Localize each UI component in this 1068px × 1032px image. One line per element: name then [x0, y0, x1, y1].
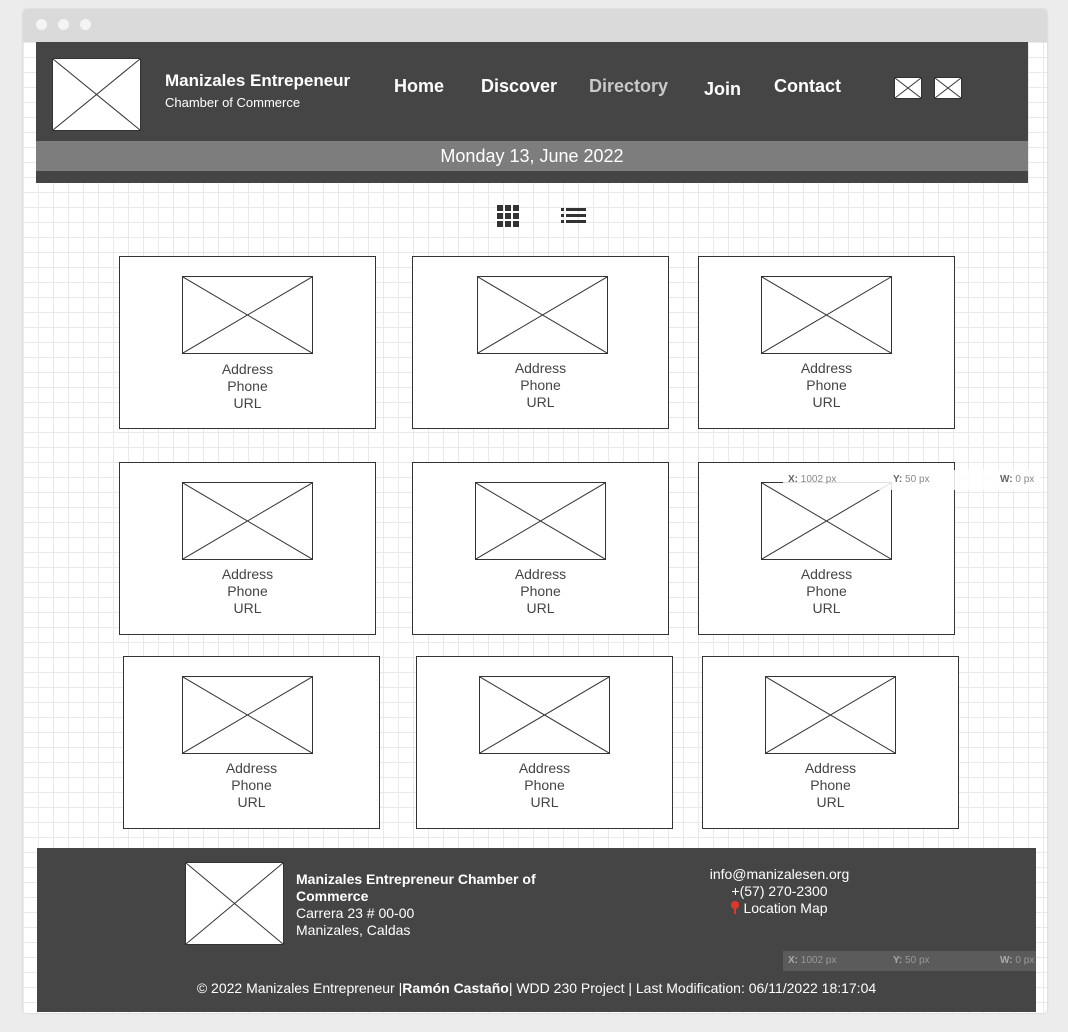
readout-y-value: 50 px: [905, 955, 930, 966]
brand-subtitle: Chamber of Commerce: [165, 95, 301, 110]
card-address: Address: [800, 360, 853, 376]
footer-copyright: © 2022 Manizales Entrepreneur |Ramón Cas…: [37, 980, 1036, 996]
directory-card[interactable]: Address Phone URL: [698, 256, 955, 429]
card-phone: Phone: [810, 777, 851, 793]
card-address: Address: [800, 566, 853, 582]
readout-y-value: 50 px: [905, 474, 930, 485]
nav-directory[interactable]: Directory: [589, 76, 668, 97]
business-image-placeholder: [182, 276, 313, 354]
business-image-placeholder: [477, 276, 608, 354]
readout-w-value: 0 px: [1015, 955, 1035, 966]
nav-contact[interactable]: Contact: [774, 76, 841, 97]
directory-card[interactable]: Address Phone URL: [416, 656, 673, 829]
copyright-prefix: © 2022 Manizales Entrepreneur |: [196, 980, 403, 996]
readout-w-key: W:: [1000, 474, 1013, 485]
card-phone: Phone: [227, 583, 268, 599]
site-footer: Manizales Entrepreneur Chamber of Commer…: [37, 848, 1036, 1012]
footer-city-line: Manizales, Caldas: [296, 922, 411, 938]
card-url[interactable]: URL: [699, 394, 954, 410]
footer-logo-placeholder[interactable]: [185, 862, 284, 945]
card-phone: Phone: [806, 583, 847, 599]
readout-x-value: 1002 px: [800, 474, 837, 485]
card-url[interactable]: URL: [413, 600, 668, 616]
footer-organization: Manizales Entrepreneur Chamber of Commer…: [296, 871, 576, 939]
readout-x-value: 1002 px: [800, 955, 837, 966]
grid-icon: [497, 205, 519, 227]
current-date-bar: Monday 13, June 2022: [36, 141, 1028, 171]
footer-org-name: Manizales Entrepreneur Chamber of Commer…: [296, 871, 536, 904]
readout-x-key: X:: [788, 474, 798, 485]
card-phone: Phone: [520, 583, 561, 599]
directory-card[interactable]: Address Phone URL: [119, 462, 376, 635]
card-address: Address: [225, 760, 278, 776]
directory-card[interactable]: Address Phone URL: [702, 656, 959, 829]
directory-card[interactable]: Address Phone URL: [119, 256, 376, 429]
readout-w-key: W:: [1000, 955, 1013, 966]
readout-y-key: Y:: [893, 474, 903, 485]
location-link-label: Location Map: [743, 900, 828, 916]
readout-x-key: X:: [788, 955, 798, 966]
card-url[interactable]: URL: [120, 600, 375, 616]
mail-icon[interactable]: [894, 77, 922, 99]
card-address: Address: [514, 360, 567, 376]
card-address: Address: [804, 760, 857, 776]
card-url[interactable]: URL: [120, 395, 375, 411]
card-address: Address: [518, 760, 571, 776]
map-pin-icon: [731, 901, 740, 914]
card-phone: Phone: [231, 777, 272, 793]
list-icon: [561, 208, 586, 223]
business-image-placeholder: [182, 676, 313, 754]
card-phone: Phone: [806, 377, 847, 393]
business-image-placeholder: [475, 482, 606, 560]
card-url[interactable]: URL: [703, 794, 958, 810]
readout-w-value: 0 px: [1015, 474, 1035, 485]
directory-card[interactable]: Address Phone URL: [412, 462, 669, 635]
grid-view-button[interactable]: [497, 205, 519, 232]
business-image-placeholder: [182, 482, 313, 560]
copyright-suffix: | WDD 230 Project | Last Modification: 0…: [508, 980, 877, 996]
nav-discover[interactable]: Discover: [481, 76, 557, 97]
card-phone: Phone: [227, 378, 268, 394]
window-titlebar: [23, 9, 1047, 42]
readout-y-key: Y:: [893, 955, 903, 966]
window-control-dot[interactable]: [58, 19, 69, 30]
mail-icon[interactable]: [934, 77, 962, 99]
window-control-dot[interactable]: [36, 19, 47, 30]
card-url[interactable]: URL: [417, 794, 672, 810]
business-image-placeholder: [761, 276, 892, 354]
site-header: Manizales Entrepeneur Chamber of Commerc…: [36, 42, 1028, 183]
copyright-author: Ramón Castaño: [402, 980, 509, 996]
position-readout: X: 1002 px Y: 50 px W: 0 px: [783, 470, 1040, 490]
window-control-dot[interactable]: [80, 19, 91, 30]
business-image-placeholder: [765, 676, 896, 754]
card-url[interactable]: URL: [699, 600, 954, 616]
nav-join[interactable]: Join: [704, 79, 741, 100]
logo-image-placeholder[interactable]: [52, 58, 141, 131]
position-readout: X: 1002 px Y: 50 px W: 0 px: [783, 951, 1036, 971]
card-address: Address: [221, 361, 274, 377]
card-url[interactable]: URL: [124, 794, 379, 810]
footer-location-link[interactable]: Location Map: [677, 900, 882, 917]
card-address: Address: [514, 566, 567, 582]
footer-phone: +(57) 270-2300: [731, 883, 828, 899]
card-url[interactable]: URL: [413, 394, 668, 410]
directory-card[interactable]: Address Phone URL: [123, 656, 380, 829]
card-phone: Phone: [520, 377, 561, 393]
brand-name: Manizales Entrepeneur: [165, 71, 351, 90]
card-phone: Phone: [524, 777, 565, 793]
business-image-placeholder: [761, 482, 892, 560]
list-view-button[interactable]: [561, 208, 586, 229]
card-address: Address: [221, 566, 274, 582]
nav-home[interactable]: Home: [394, 76, 444, 97]
footer-contact: info@manizalesen.org +(57) 270-2300 Loca…: [677, 866, 882, 917]
footer-address-line: Carrera 23 # 00-00: [296, 905, 415, 921]
directory-card[interactable]: Address Phone URL: [412, 256, 669, 429]
footer-email[interactable]: info@manizalesen.org: [677, 866, 882, 883]
business-image-placeholder: [479, 676, 610, 754]
